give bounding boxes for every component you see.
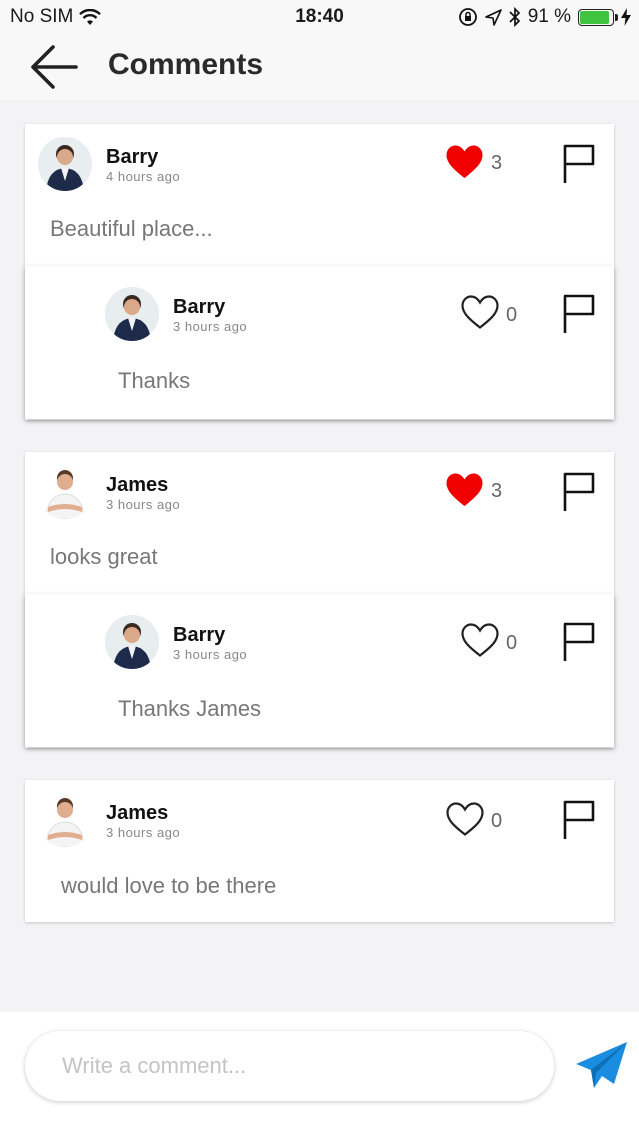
- rotation-lock-icon: [458, 8, 477, 26]
- heart-outline-icon[interactable]: [446, 802, 484, 837]
- comment-author[interactable]: Barry: [106, 146, 158, 169]
- heart-filled-icon[interactable]: [445, 472, 484, 508]
- james-avatar-image: [38, 465, 92, 519]
- reply-card: Barry 3 hours ago 0 Thanks James: [25, 594, 614, 747]
- comment-text: looks great: [50, 544, 158, 569]
- comment-input-wrapper: [25, 1031, 554, 1101]
- charging-bolt-icon: [621, 8, 631, 26]
- avatar[interactable]: [38, 465, 92, 519]
- status-right: 91 %: [458, 6, 631, 28]
- flag-icon[interactable]: [562, 800, 596, 840]
- comment-card: James 3 hours ago 0 would love to be the…: [25, 780, 614, 922]
- reply-time: 3 hours ago: [173, 647, 248, 662]
- barry-avatar-image: [38, 137, 92, 191]
- heart-filled-icon[interactable]: [445, 144, 484, 180]
- reply-text: Thanks James: [118, 696, 262, 721]
- comment-author[interactable]: James: [106, 802, 168, 825]
- like-count: 3: [491, 152, 503, 174]
- comment-time: 4 hours ago: [106, 169, 181, 184]
- bluetooth-icon: [509, 7, 520, 27]
- reply-time: 3 hours ago: [173, 319, 248, 334]
- barry-avatar-image: [105, 287, 159, 341]
- comment-text: Beautiful place...: [50, 216, 213, 241]
- like-count: 3: [491, 480, 503, 502]
- comment-author[interactable]: James: [106, 474, 168, 497]
- barry-avatar-image: [105, 615, 159, 669]
- comment-input[interactable]: [25, 1031, 554, 1101]
- reply-text: Thanks: [118, 368, 191, 393]
- send-icon[interactable]: [574, 1040, 630, 1092]
- avatar[interactable]: [105, 615, 159, 669]
- comment-time: 3 hours ago: [106, 825, 181, 840]
- back-button[interactable]: [26, 42, 82, 92]
- page-title: Comments: [108, 48, 264, 81]
- reply-author[interactable]: Barry: [173, 624, 225, 647]
- flag-icon[interactable]: [562, 144, 596, 184]
- flag-icon[interactable]: [562, 294, 596, 334]
- heart-outline-icon[interactable]: [461, 623, 499, 658]
- james-avatar-image: [38, 793, 92, 847]
- battery-fill: [580, 10, 610, 24]
- nav-header: Comments: [0, 34, 639, 100]
- battery-percent: 91 %: [527, 6, 571, 27]
- heart-outline-icon[interactable]: [461, 295, 499, 330]
- avatar[interactable]: [105, 287, 159, 341]
- reply-author[interactable]: Barry: [173, 296, 225, 319]
- comment-time: 3 hours ago: [106, 497, 181, 512]
- location-arrow-icon: [484, 8, 502, 26]
- like-count: 0: [506, 632, 518, 654]
- like-count: 0: [506, 304, 518, 326]
- battery-icon: [578, 8, 618, 26]
- flag-icon[interactable]: [562, 472, 596, 512]
- like-count: 0: [491, 810, 503, 832]
- comment-composer: [0, 1012, 639, 1136]
- flag-icon[interactable]: [562, 622, 596, 662]
- comment-text: would love to be there: [61, 873, 277, 898]
- avatar[interactable]: [38, 137, 92, 191]
- arrow-left-icon: [31, 45, 78, 89]
- status-bar: No SIM 18:40 91 %: [0, 0, 639, 34]
- avatar[interactable]: [38, 793, 92, 847]
- reply-card: Barry 3 hours ago 0 Thanks: [25, 266, 614, 419]
